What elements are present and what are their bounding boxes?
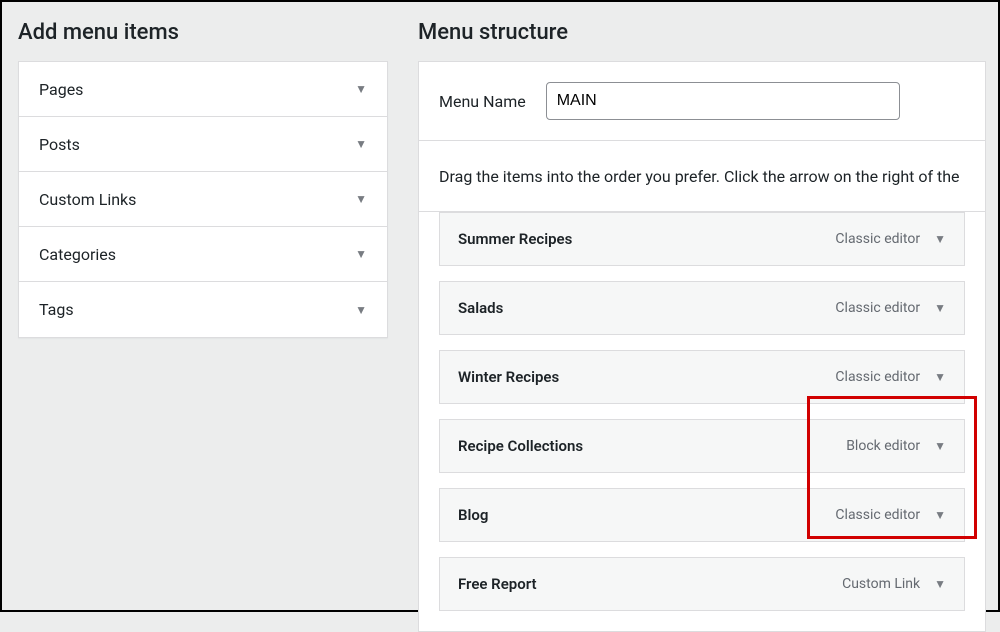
accordion-label: Custom Links bbox=[39, 190, 136, 209]
caret-down-icon: ▼ bbox=[934, 508, 946, 522]
menu-item-type: Custom Link bbox=[842, 576, 920, 592]
add-menu-items-heading: Add menu items bbox=[18, 20, 388, 45]
menu-item[interactable]: Salads Classic editor ▼ bbox=[439, 281, 965, 335]
caret-down-icon: ▼ bbox=[934, 577, 946, 591]
menu-item[interactable]: Recipe Collections Block editor ▼ bbox=[439, 419, 965, 473]
accordion-item-pages[interactable]: Pages ▼ bbox=[19, 62, 387, 117]
caret-down-icon: ▼ bbox=[934, 439, 946, 453]
menu-structure-heading: Menu structure bbox=[418, 20, 986, 45]
caret-down-icon: ▼ bbox=[355, 192, 367, 206]
caret-down-icon: ▼ bbox=[934, 232, 946, 246]
menu-item-title: Free Report bbox=[458, 575, 537, 593]
accordion-label: Categories bbox=[39, 245, 116, 264]
menu-item[interactable]: Summer Recipes Classic editor ▼ bbox=[439, 212, 965, 266]
menu-name-input[interactable] bbox=[546, 82, 900, 120]
menu-item-type: Classic editor bbox=[835, 369, 920, 385]
menu-item-title: Recipe Collections bbox=[458, 437, 583, 455]
menu-item-title: Winter Recipes bbox=[458, 368, 559, 386]
accordion-item-tags[interactable]: Tags ▼ bbox=[19, 282, 387, 337]
accordion-item-custom-links[interactable]: Custom Links ▼ bbox=[19, 172, 387, 227]
menu-item-title: Summer Recipes bbox=[458, 230, 572, 248]
menu-item-type: Classic editor bbox=[835, 231, 920, 247]
accordion-item-posts[interactable]: Posts ▼ bbox=[19, 117, 387, 172]
menu-item-type: Block editor bbox=[846, 438, 920, 454]
menu-item[interactable]: Blog Classic editor ▼ bbox=[439, 488, 965, 542]
menu-item-type: Classic editor bbox=[835, 507, 920, 523]
caret-down-icon: ▼ bbox=[355, 303, 367, 317]
caret-down-icon: ▼ bbox=[934, 301, 946, 315]
caret-down-icon: ▼ bbox=[355, 247, 367, 261]
menu-name-label: Menu Name bbox=[439, 92, 526, 111]
add-items-accordion: Pages ▼ Posts ▼ Custom Links ▼ Categorie… bbox=[18, 61, 388, 338]
menu-item-title: Salads bbox=[458, 299, 503, 317]
caret-down-icon: ▼ bbox=[355, 137, 367, 151]
accordion-label: Pages bbox=[39, 80, 83, 99]
caret-down-icon: ▼ bbox=[355, 82, 367, 96]
menu-item-title: Blog bbox=[458, 506, 488, 524]
menu-item-type: Classic editor bbox=[835, 300, 920, 316]
caret-down-icon: ▼ bbox=[934, 370, 946, 384]
menu-item[interactable]: Free Report Custom Link ▼ bbox=[439, 557, 965, 611]
accordion-item-categories[interactable]: Categories ▼ bbox=[19, 227, 387, 282]
menu-item[interactable]: Winter Recipes Classic editor ▼ bbox=[439, 350, 965, 404]
instructions-text: Drag the items into the order you prefer… bbox=[418, 140, 986, 212]
accordion-label: Tags bbox=[39, 300, 74, 319]
menu-name-row: Menu Name bbox=[418, 61, 986, 140]
menu-items-list: Summer Recipes Classic editor ▼ Salads C… bbox=[418, 212, 986, 632]
accordion-label: Posts bbox=[39, 135, 80, 154]
